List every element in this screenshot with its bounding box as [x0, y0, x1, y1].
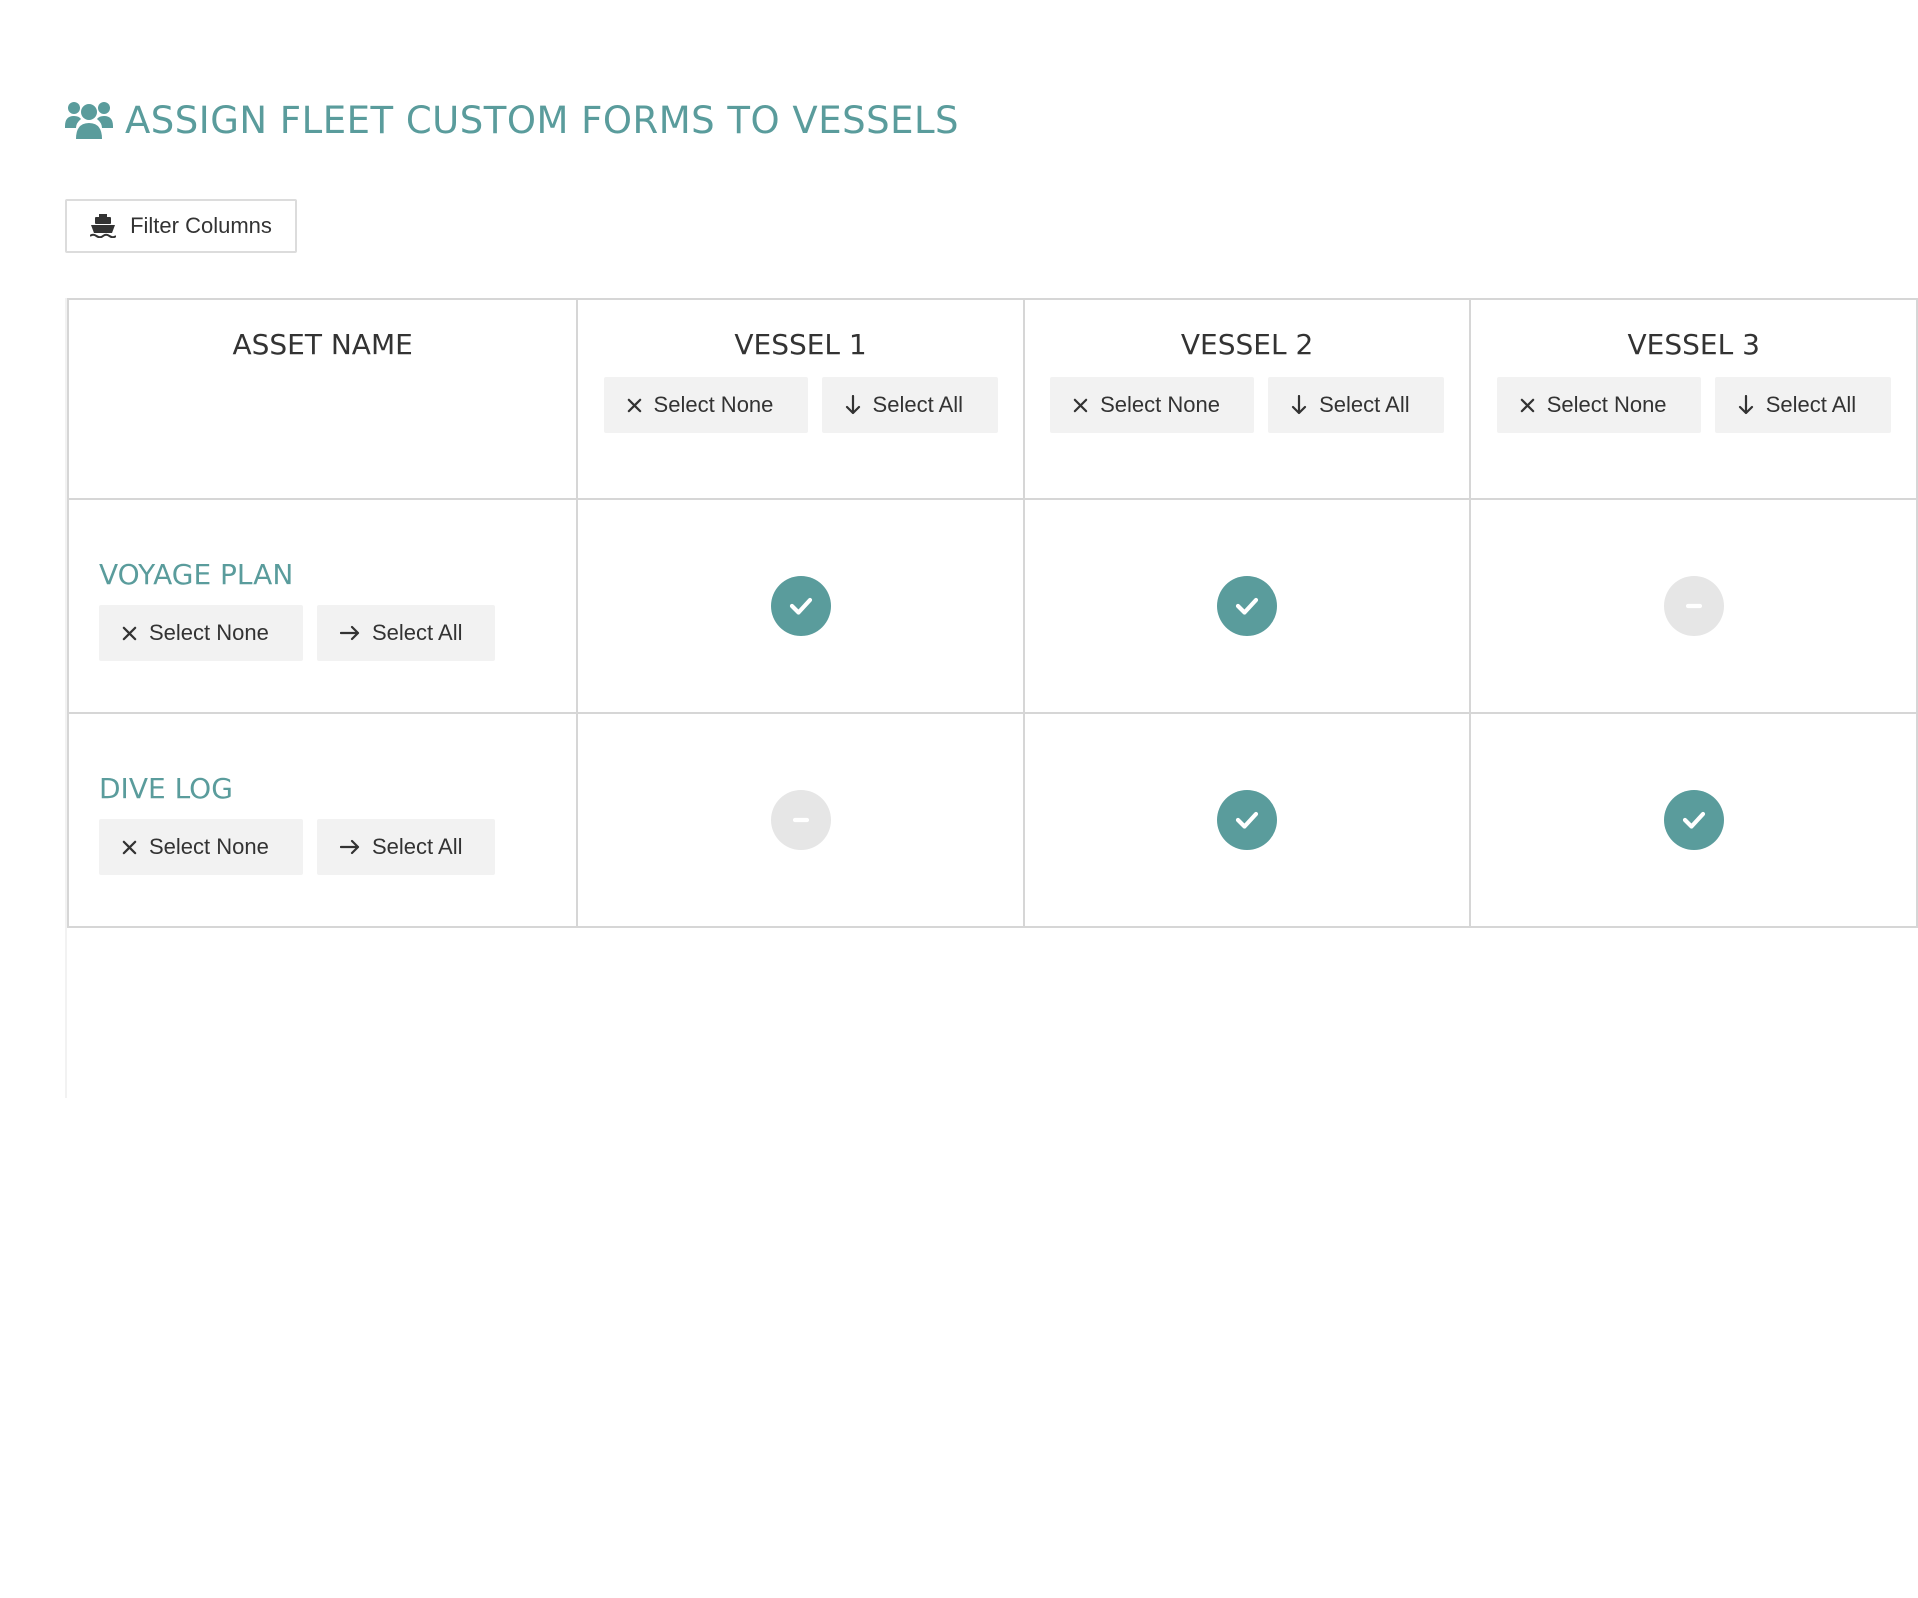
row-select-none-button[interactable]: Select None	[99, 819, 303, 875]
row-select-all-button[interactable]: Select All	[317, 819, 495, 875]
select-all-label: Select All	[1765, 392, 1857, 417]
minus-icon	[1685, 603, 1702, 609]
asset-cell: DIVE LOG Select None Select All	[66, 712, 579, 928]
row-select-none-button[interactable]: Select None	[99, 605, 303, 661]
table-row: DIVE LOG Select None Select All	[66, 712, 1918, 928]
row-select-all-button[interactable]: Select All	[317, 605, 495, 661]
vessel-column-label: VESSEL 3	[1627, 328, 1760, 361]
close-icon	[122, 840, 137, 855]
assignment-toggle[interactable]	[1217, 790, 1278, 850]
select-none-label: Select None	[149, 620, 269, 645]
ship-icon	[90, 214, 117, 238]
assignment-toggle[interactable]	[1663, 790, 1724, 850]
select-none-label: Select None	[1546, 392, 1667, 417]
arrow-down-icon	[845, 395, 861, 415]
asset-cell: VOYAGE PLAN Select None Select All	[66, 498, 579, 714]
close-icon	[1073, 398, 1088, 413]
column-select-all-button[interactable]: Select All	[821, 377, 998, 433]
users-icon	[65, 99, 113, 141]
select-all-label: Select All	[872, 392, 964, 417]
assignment-toggle[interactable]	[770, 790, 831, 850]
assignment-toggle[interactable]	[1217, 576, 1278, 636]
minus-icon	[792, 817, 809, 823]
close-icon	[122, 626, 137, 641]
table-row: VOYAGE PLAN Select None Select All	[66, 498, 1918, 714]
filter-columns-label: Filter Columns	[130, 213, 272, 238]
assignment-toggle[interactable]	[1663, 576, 1724, 636]
assignment-cell	[1469, 712, 1918, 928]
column-select-none-button[interactable]: Select None	[603, 377, 808, 433]
asset-name: DIVE LOG	[99, 772, 233, 805]
vessel-column-label: VESSEL 2	[1180, 328, 1314, 361]
asset-name-header-cell: ASSET NAME	[66, 298, 579, 500]
column-select-none-button[interactable]: Select None	[1050, 377, 1255, 433]
assignment-cell	[576, 498, 1025, 714]
asset-name: VOYAGE PLAN	[99, 558, 294, 591]
assignment-cell	[576, 712, 1025, 928]
assignment-cell	[1022, 498, 1472, 714]
assignment-table: ASSET NAME VESSEL 1 Select None Select A…	[66, 298, 1918, 928]
select-none-label: Select None	[149, 834, 269, 859]
vessel-column-header: VESSEL 2 Select None Select All	[1022, 298, 1472, 500]
vessel-column-label: VESSEL 1	[734, 328, 867, 361]
column-select-none-button[interactable]: Select None	[1496, 377, 1701, 433]
assignment-toggle[interactable]	[770, 576, 831, 636]
select-none-label: Select None	[1100, 392, 1220, 417]
close-icon	[1520, 398, 1535, 413]
page-title: ASSIGN FLEET CUSTOM FORMS TO VESSELS	[65, 92, 959, 148]
select-none-label: Select None	[653, 392, 774, 417]
arrow-right-icon	[340, 625, 360, 641]
arrow-down-icon	[1291, 395, 1307, 415]
select-all-label: Select All	[372, 834, 463, 859]
vessel-column-header: VESSEL 1 Select None Select All	[576, 298, 1025, 500]
assignment-cell	[1469, 498, 1918, 714]
check-icon	[1682, 811, 1705, 829]
select-all-label: Select All	[1319, 392, 1410, 417]
asset-name-header: ASSET NAME	[232, 328, 413, 361]
check-icon	[1236, 597, 1259, 615]
check-icon	[1236, 811, 1259, 829]
column-select-all-button[interactable]: Select All	[1268, 377, 1445, 433]
table-header-row: ASSET NAME VESSEL 1 Select None Select A…	[66, 298, 1918, 500]
page-title-text: ASSIGN FLEET CUSTOM FORMS TO VESSELS	[125, 98, 960, 142]
column-select-all-button[interactable]: Select All	[1714, 377, 1891, 433]
filter-columns-button[interactable]: Filter Columns	[65, 199, 297, 253]
close-icon	[627, 398, 642, 413]
arrow-right-icon	[340, 839, 360, 855]
select-all-label: Select All	[372, 620, 463, 645]
arrow-down-icon	[1738, 395, 1754, 415]
vessel-column-header: VESSEL 3 Select None Select All	[1469, 298, 1918, 500]
check-icon	[789, 597, 812, 615]
assignment-cell	[1022, 712, 1472, 928]
